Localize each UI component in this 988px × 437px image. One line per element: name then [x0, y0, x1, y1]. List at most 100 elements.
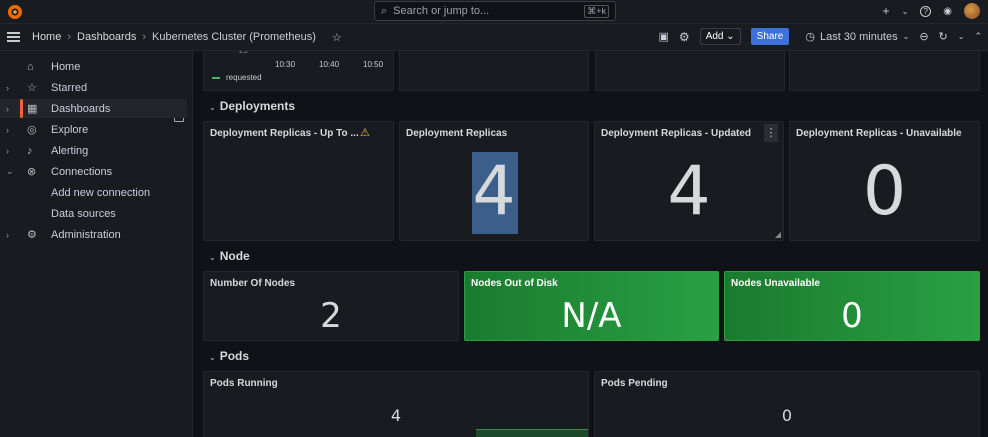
sidebar-item-explore[interactable]: › ◎ Explore [0, 120, 187, 139]
search-placeholder: Search or jump to... [393, 5, 490, 17]
stat-value: 2 [320, 296, 342, 336]
row-node[interactable]: ⌄ Node [209, 249, 250, 263]
user-avatar[interactable] [964, 3, 980, 19]
top-bar: ⌕ Search or jump to... ⌘+k + ⌄ ? ◉ [0, 0, 988, 24]
chevron-down-icon: ⌄ [209, 353, 216, 362]
panel-nodes-unavailable[interactable]: Nodes Unavailable 0 [724, 271, 980, 341]
sidebar-item-dashboards[interactable]: › ▦ Dashboards [0, 99, 187, 118]
chevron-down-icon[interactable]: ⌄ [902, 7, 909, 16]
panel-top-4[interactable] [789, 51, 980, 91]
panel-nodes-out-of-disk[interactable]: Nodes Out of Disk N/A [464, 271, 719, 341]
sidebar-item-label: Starred [51, 81, 88, 94]
sidebar-item-label: Connections [51, 165, 113, 178]
panel-title: Nodes Unavailable [731, 278, 820, 289]
bell-icon: ♪ [27, 144, 33, 157]
chart-y-label: 2s [239, 51, 247, 55]
row-title: Pods [219, 349, 250, 363]
sidebar-item-label: Add new connection [51, 186, 151, 199]
search-shortcut: ⌘+k [584, 4, 609, 18]
help-icon[interactable]: ? [920, 5, 932, 17]
breadcrumb: Home › Dashboards › Kubernetes Cluster (… [32, 31, 342, 44]
stat-value: N/A [561, 296, 622, 336]
add-button[interactable]: Add ⌄ [699, 28, 741, 45]
panel-dep-replicas-uptodate[interactable]: Deployment Replicas - Up To ... ⚠ [203, 121, 394, 241]
sidebar-item-home[interactable]: ⌂ Home [0, 57, 187, 76]
resize-handle-icon[interactable]: ◢ [775, 230, 781, 239]
sparkline-area [476, 429, 588, 437]
panel-number-of-nodes[interactable]: Number Of Nodes 2 [203, 271, 459, 341]
sidebar-chevron-icon[interactable]: › [6, 125, 9, 135]
sidebar-item-label: Administration [51, 228, 121, 241]
sidebar-item-connections[interactable]: ⌄ ⊗ Connections [0, 162, 187, 181]
sidebar: ⌂ Home › ☆ Starred › ▦ Dashboards › ◎ Ex… [0, 51, 193, 437]
dashboard-nav-bar: Home › Dashboards › Kubernetes Cluster (… [0, 24, 988, 51]
sidebar-chevron-icon[interactable]: › [6, 104, 9, 114]
sidebar-item-administration[interactable]: › ⚙ Administration [0, 225, 187, 244]
chevron-down-icon: ⌄ [726, 31, 735, 42]
panel-title: Deployment Replicas - Unavailable [796, 128, 962, 139]
refresh-interval-chevron-icon[interactable]: ⌄ [958, 32, 965, 41]
stat-value: 0 [862, 152, 907, 231]
breadcrumb-dashboards[interactable]: Dashboards [77, 31, 136, 44]
x-tick-label: 10:40 [319, 60, 340, 69]
new-plus-icon[interactable]: + [883, 4, 890, 18]
collapse-header-icon[interactable]: ⌃ [974, 31, 982, 42]
stat-value: 4 [472, 152, 516, 231]
panel-pods-running[interactable]: Pods Running 4 [203, 371, 589, 437]
breadcrumb-home[interactable]: Home [32, 31, 61, 44]
search-icon: ⌕ [381, 4, 388, 17]
menu-toggle-icon[interactable] [7, 32, 20, 42]
row-title: Deployments [219, 99, 296, 113]
sidebar-item-label: Alerting [51, 144, 89, 157]
dashboards-grid-icon: ▦ [27, 103, 38, 115]
save-icon[interactable]: ▣ [659, 30, 669, 43]
sidebar-chevron-icon[interactable]: › [6, 83, 9, 93]
sidebar-item-data-sources[interactable]: Data sources [0, 204, 187, 223]
time-picker[interactable]: ◷ Last 30 minutes ⌄ [805, 30, 910, 44]
panel-top-2[interactable] [399, 51, 589, 91]
home-icon: ⌂ [27, 60, 34, 73]
news-rss-icon[interactable]: ◉ [943, 6, 952, 17]
refresh-icon[interactable]: ↻ [939, 30, 948, 43]
chevron-down-icon: ⌄ [902, 32, 910, 41]
star-icon[interactable]: ☆ [332, 31, 342, 44]
compass-icon: ◎ [27, 124, 37, 136]
stat-value: 4 [667, 152, 711, 231]
stat-value: 4 [390, 406, 402, 425]
chevron-down-icon: ⌄ [209, 103, 216, 112]
panel-dep-replicas[interactable]: Deployment Replicas 4 [399, 121, 589, 241]
share-button[interactable]: Share [750, 28, 790, 45]
star-icon: ☆ [27, 82, 37, 94]
legend-swatch [212, 77, 220, 79]
sidebar-item-label: Explore [51, 123, 89, 136]
connections-icon: ⊗ [27, 166, 37, 178]
panel-menu-icon[interactable]: ⋮ [764, 124, 778, 142]
stat-value: 0 [781, 406, 793, 425]
x-tick-label: 10:30 [275, 60, 296, 69]
sidebar-chevron-icon[interactable]: › [6, 146, 9, 156]
sidebar-chevron-icon[interactable]: ⌄ [6, 166, 14, 177]
warning-icon[interactable]: ⚠ [360, 126, 370, 139]
sidebar-item-label: Data sources [51, 207, 116, 220]
panel-top-3[interactable] [595, 51, 785, 91]
legend-label: requested [226, 73, 262, 82]
settings-gear-icon[interactable]: ⚙ [679, 30, 690, 44]
panel-pods-pending[interactable]: Pods Pending 0 [594, 371, 980, 437]
sidebar-item-alerting[interactable]: › ♪ Alerting [0, 141, 187, 160]
grafana-logo-icon[interactable] [6, 3, 24, 21]
breadcrumb-separator-icon: › [67, 31, 72, 43]
panel-dep-replicas-unavailable[interactable]: Deployment Replicas - Unavailable 0 [789, 121, 980, 241]
breadcrumb-separator-icon: › [142, 31, 147, 43]
panel-top-chart[interactable]: 2s 10:30 10:40 10:50 requested [203, 51, 394, 91]
search-input[interactable]: ⌕ Search or jump to... ⌘+k [374, 1, 616, 21]
panel-title: Pods Pending [601, 378, 668, 389]
row-pods[interactable]: ⌄ Pods [209, 349, 249, 363]
sidebar-chevron-icon[interactable]: › [6, 230, 9, 240]
sidebar-item-starred[interactable]: › ☆ Starred [0, 78, 187, 97]
zoom-out-icon[interactable]: ⊖ [919, 30, 928, 43]
dashboard-canvas: 2s 10:30 10:40 10:50 requested ⌄Deployme… [193, 51, 988, 437]
panel-dep-replicas-updated[interactable]: Deployment Replicas - Updated ⋮ 4 ◢ [594, 121, 784, 241]
sidebar-item-add-new-connection[interactable]: Add new connection [0, 183, 187, 202]
row-deployments[interactable]: ⌄ Deployments [209, 99, 295, 113]
panel-title: Number Of Nodes [210, 278, 296, 289]
